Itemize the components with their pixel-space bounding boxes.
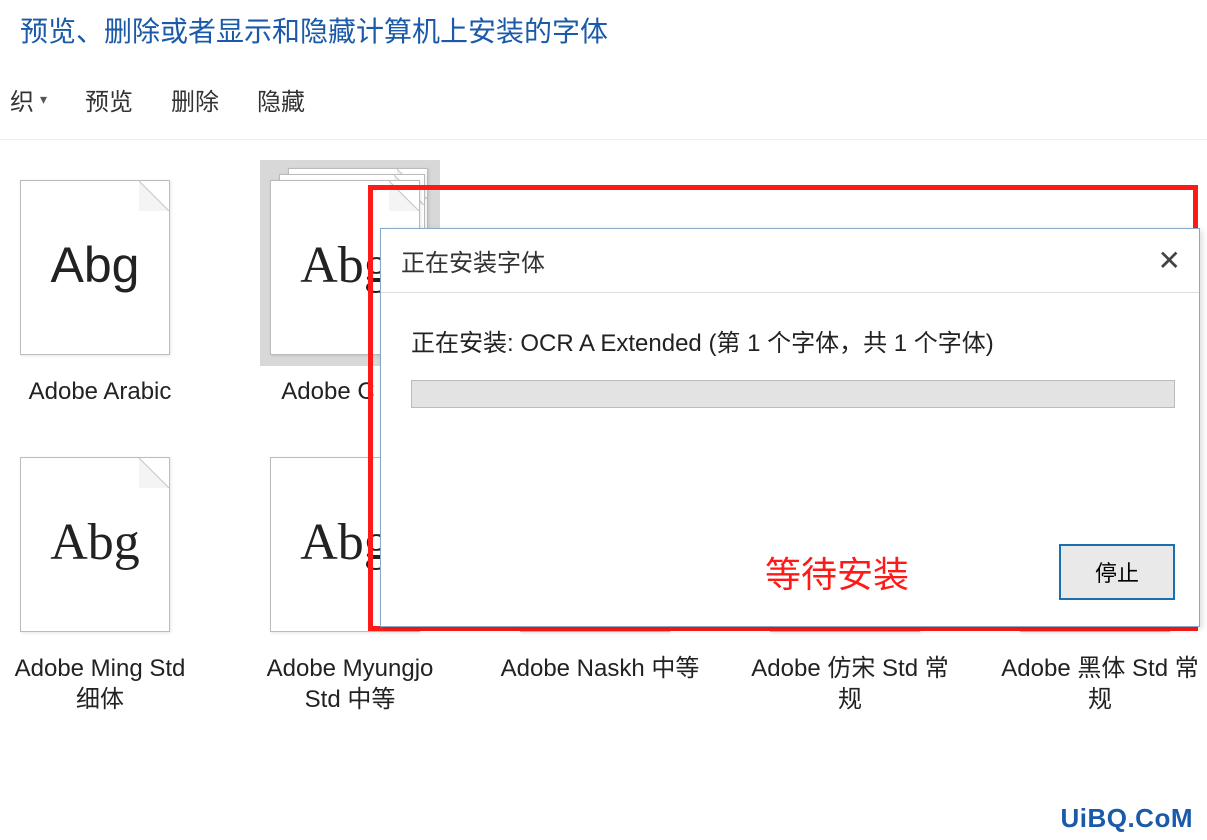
font-name-label: Adobe 黑体 Std 常规: [1000, 653, 1200, 715]
hide-button[interactable]: 隐藏: [257, 82, 305, 117]
toolbar: 织 ▾ 预览 删除 隐藏: [0, 60, 1207, 140]
page-title: 预览、删除或者显示和隐藏计算机上安装的字体: [0, 0, 1207, 60]
close-icon[interactable]: ✕: [1158, 247, 1181, 275]
dialog-footer: 等待安装 停止: [381, 544, 1199, 626]
install-font-dialog: 正在安装字体 ✕ 正在安装: OCR A Extended (第 1 个字体，共…: [380, 228, 1200, 627]
organize-dropdown[interactable]: 织 ▾: [10, 82, 47, 117]
dialog-message: 正在安装: OCR A Extended (第 1 个字体，共 1 个字体): [411, 323, 1175, 358]
font-name-label: Adobe Arabic: [29, 376, 172, 407]
font-thumb: Abg: [20, 168, 180, 358]
font-item-adobe-ming[interactable]: Abg Adobe Ming Std 细体: [0, 437, 200, 715]
preview-button[interactable]: 预览: [85, 82, 133, 117]
chevron-down-icon: ▾: [40, 91, 47, 108]
stop-button[interactable]: 停止: [1059, 544, 1175, 600]
dialog-body: 正在安装: OCR A Extended (第 1 个字体，共 1 个字体): [381, 293, 1199, 434]
watermark: UiBQ.CoM: [1060, 803, 1193, 834]
font-name-label: Adobe Myungjo Std 中等: [250, 653, 450, 715]
font-name-label: Adobe Ming Std 细体: [0, 653, 200, 715]
delete-button[interactable]: 删除: [171, 82, 219, 117]
annotation-text: 等待安装: [765, 546, 909, 598]
font-sample: Abg: [21, 513, 169, 572]
dialog-titlebar: 正在安装字体 ✕: [381, 229, 1199, 293]
organize-label: 织: [10, 82, 34, 117]
progress-bar: [411, 380, 1175, 408]
font-sample: Abg: [21, 236, 169, 294]
font-name-label: Adobe Naskh 中等: [501, 653, 700, 684]
font-item-adobe-arabic[interactable]: Abg Adobe Arabic: [0, 160, 200, 407]
font-thumb: Abg: [20, 445, 180, 635]
dialog-title: 正在安装字体: [401, 243, 545, 278]
font-name-label: Adobe 仿宋 Std 常规: [750, 653, 950, 715]
